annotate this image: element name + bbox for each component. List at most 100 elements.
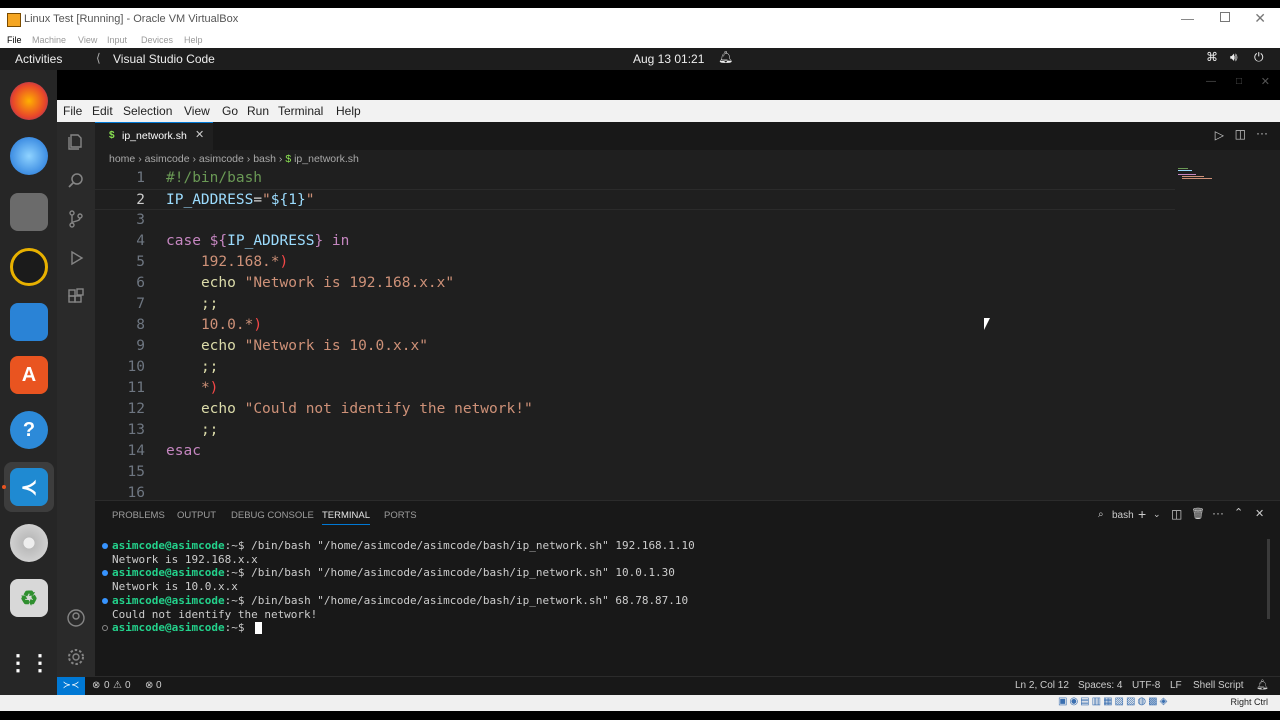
code-line[interactable]: 1 #!/bin/bash (95, 168, 1175, 189)
manage-gear-icon[interactable] (66, 647, 86, 667)
panel-tab-problems[interactable]: PROBLEMS (112, 510, 165, 521)
menu-run[interactable]: Run (247, 104, 269, 118)
close-icon[interactable]: ✕ (1254, 10, 1266, 27)
tab-ip-network[interactable]: $ ip_network.sh ✕ (95, 122, 213, 150)
more-actions-icon[interactable]: ··· (1256, 126, 1268, 140)
more-actions-icon[interactable]: ··· (1212, 506, 1224, 520)
remote-indicator[interactable]: ≻≺ (57, 677, 85, 695)
show-apps-icon[interactable]: ⋮⋮ (7, 644, 51, 682)
breadcrumb-item[interactable]: home (109, 153, 135, 165)
split-editor-icon[interactable]: ◫ (1235, 127, 1246, 141)
vscode-minimize-icon[interactable]: — (1206, 76, 1216, 87)
menu-terminal[interactable]: Terminal (278, 104, 323, 118)
source-control-icon[interactable] (66, 209, 86, 229)
extensions-icon[interactable] (66, 287, 86, 307)
menu-view[interactable]: View (184, 104, 210, 118)
breadcrumb-item[interactable]: bash (253, 153, 276, 165)
vscode-close-icon[interactable]: ✕ (1261, 75, 1270, 88)
error-count[interactable]: 0 (104, 680, 110, 691)
maximize-panel-icon[interactable]: ⌃ (1234, 506, 1243, 519)
code-line[interactable]: 3 (95, 210, 1175, 231)
code-line[interactable]: 9 echo "Network is 10.0.x.x" (95, 336, 1175, 357)
host-menu-input[interactable]: Input (107, 35, 127, 45)
code-line[interactable]: 6 echo "Network is 192.168.x.x" (95, 273, 1175, 294)
help-icon[interactable]: ? (10, 411, 48, 449)
thunderbird-icon[interactable] (10, 137, 48, 175)
network-icon[interactable]: ⌘ (1206, 50, 1218, 64)
breadcrumb-item[interactable]: ip_network.sh (294, 153, 359, 165)
command-decoration[interactable] (102, 543, 108, 549)
error-icon: ⊗ (92, 680, 101, 691)
activities-button[interactable]: Activities (15, 52, 62, 66)
code-line[interactable]: 10 ;; (95, 357, 1175, 378)
maximize-icon[interactable] (1220, 12, 1230, 22)
encoding[interactable]: UTF-8 (1132, 680, 1160, 691)
code-line[interactable]: 2 IP_ADDRESS="${1}" (95, 189, 1175, 210)
indentation[interactable]: Spaces: 4 (1078, 680, 1122, 691)
language-mode[interactable]: Shell Script (1193, 680, 1244, 691)
code-line[interactable]: 13 ;; (95, 420, 1175, 441)
vscode-maximize-icon[interactable]: □ (1236, 76, 1242, 87)
line-ending[interactable]: LF (1170, 680, 1182, 691)
host-menu-help[interactable]: Help (184, 35, 203, 45)
host-menu-machine[interactable]: Machine (32, 35, 66, 45)
code-text: IP_ADDRESS="${1}" (166, 192, 315, 208)
terminal-scrollbar[interactable] (1267, 539, 1270, 619)
close-panel-icon[interactable]: ✕ (1255, 507, 1264, 520)
code-line[interactable]: 12 echo "Could not identify the network!… (95, 399, 1175, 420)
new-terminal-icon[interactable]: + (1138, 506, 1146, 522)
code-line[interactable]: 4 case ${IP_ADDRESS} in (95, 231, 1175, 252)
tab-close-icon[interactable]: ✕ (195, 128, 204, 141)
menu-file[interactable]: File (63, 104, 82, 118)
menu-go[interactable]: Go (222, 104, 238, 118)
trash-icon[interactable]: ♻ (10, 579, 48, 617)
panel-tab-debug-console[interactable]: DEBUG CONSOLE (231, 510, 314, 521)
code-line[interactable]: 5 192.168.*) (95, 252, 1175, 273)
vscode-icon[interactable]: ≺ (10, 468, 48, 506)
breadcrumb-item[interactable]: asimcode (145, 153, 190, 165)
host-menu-devices[interactable]: Devices (141, 35, 173, 45)
code-line[interactable]: 11 *) (95, 378, 1175, 399)
chevron-down-icon[interactable]: ⌄ (1153, 509, 1161, 520)
split-terminal-icon[interactable]: ◫ (1171, 507, 1182, 521)
host-menu-file[interactable]: File (7, 35, 22, 45)
menu-help[interactable]: Help (336, 104, 361, 118)
minimap[interactable] (1178, 167, 1218, 191)
app-menu-label[interactable]: Visual Studio Code (113, 52, 215, 66)
explorer-icon[interactable] (66, 132, 86, 152)
run-file-icon[interactable]: ▷ (1215, 128, 1224, 142)
run-debug-icon[interactable] (66, 248, 86, 268)
code-line[interactable]: 8 10.0.*) (95, 315, 1175, 336)
clock[interactable]: Aug 13 01:21 (633, 52, 704, 66)
dvd-icon[interactable] (10, 524, 48, 562)
rhythmbox-icon[interactable] (10, 248, 48, 286)
account-icon[interactable] (66, 608, 86, 628)
terminal-name[interactable]: bash (1112, 510, 1134, 521)
cursor-position[interactable]: Ln 2, Col 12 (1015, 680, 1069, 691)
command-decoration[interactable] (102, 597, 108, 604)
code-line[interactable]: 14 esac (95, 441, 1175, 462)
firefox-icon[interactable] (10, 82, 48, 120)
code-line[interactable]: 15 (95, 462, 1175, 483)
panel-tab-output[interactable]: OUTPUT (177, 510, 216, 521)
code-line[interactable]: 7 ;; (95, 294, 1175, 315)
files-icon[interactable] (10, 193, 48, 231)
warning-count[interactable]: 0 (125, 680, 131, 691)
panel-tab-ports[interactable]: PORTS (384, 510, 417, 521)
notifications-bell-icon[interactable]: 🔔︎ (1256, 680, 1269, 691)
menu-edit[interactable]: Edit (92, 104, 113, 118)
menu-selection[interactable]: Selection (123, 104, 172, 118)
panel-tab-terminal[interactable]: TERMINAL (322, 510, 371, 525)
volume-icon[interactable]: 🔊︎ (1230, 50, 1238, 65)
power-icon[interactable]: ⏻ (1254, 50, 1264, 65)
writer-icon[interactable] (10, 303, 48, 341)
search-icon[interactable] (66, 171, 86, 191)
code-text: ;; (200, 422, 219, 438)
host-menu-view[interactable]: View (78, 35, 97, 45)
terminal-command-line: asimcode@asimcode:~$ (112, 621, 252, 635)
ports-count[interactable]: 0 (156, 680, 162, 691)
breadcrumb-item[interactable]: asimcode (199, 153, 244, 165)
minimize-icon[interactable]: — (1181, 11, 1194, 26)
app-center-icon[interactable]: A (10, 356, 48, 394)
kill-terminal-icon[interactable]: 🗑︎ (1191, 507, 1205, 520)
